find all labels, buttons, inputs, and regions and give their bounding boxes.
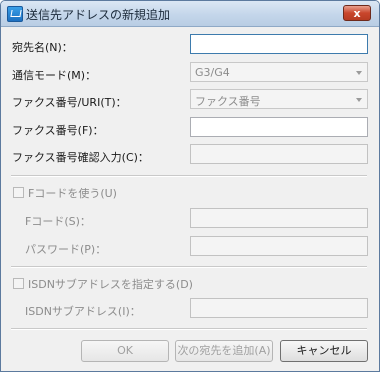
fax-uri-selected-value: ファクス番号 [195,95,261,108]
fax-number-label: ファクス番号(F)： [12,124,104,137]
password-label: パスワード(P)： [25,243,107,256]
fcode-input[interactable] [190,208,368,228]
mode-select[interactable]: G3/G4 [190,62,368,82]
chevron-down-icon [356,98,362,102]
fax-uri-label: ファクス番号/URI(T)： [12,96,127,109]
fcode-checkbox[interactable] [13,187,24,198]
isdn-subaddress-input[interactable] [190,298,368,318]
footer-divider [11,328,367,330]
add-destination-dialog: 送信先アドレスの新規追加 x 宛先名(N)： 通信モード(M)： G3/G4 フ… [0,0,380,372]
section-divider [11,266,367,268]
password-input[interactable] [190,236,368,256]
mode-selected-value: G3/G4 [195,66,230,79]
name-label: 宛先名(N)： [12,41,73,54]
fax-number-input[interactable] [190,117,368,137]
fcode-label: Fコード(S)： [25,215,91,228]
title-bar: 送信先アドレスの新規追加 x [1,1,379,27]
isdn-checkbox-label: ISDNサブアドレスを指定する(D) [28,278,193,291]
name-input[interactable] [190,34,368,54]
close-icon: x [353,7,361,20]
fax-confirm-label: ファクス番号確認入力(C)： [12,151,149,164]
isdn-checkbox[interactable] [13,278,24,289]
mode-label: 通信モード(M)： [12,69,97,82]
fax-uri-select[interactable]: ファクス番号 [190,89,368,109]
chevron-down-icon [356,71,362,75]
isdn-subaddress-label: ISDNサブアドレス(I)： [25,305,141,318]
fax-confirm-input[interactable] [190,144,368,164]
add-next-destination-button[interactable]: 次の宛先を追加(A) [175,340,273,362]
fcode-checkbox-label: Fコードを使う(U) [28,187,117,200]
address-book-icon [7,6,23,22]
ok-button[interactable]: OK [81,340,169,362]
cancel-button[interactable]: キャンセル [280,340,368,362]
close-button[interactable]: x [343,5,371,21]
section-divider [11,175,367,177]
window-title: 送信先アドレスの新規追加 [26,8,171,22]
